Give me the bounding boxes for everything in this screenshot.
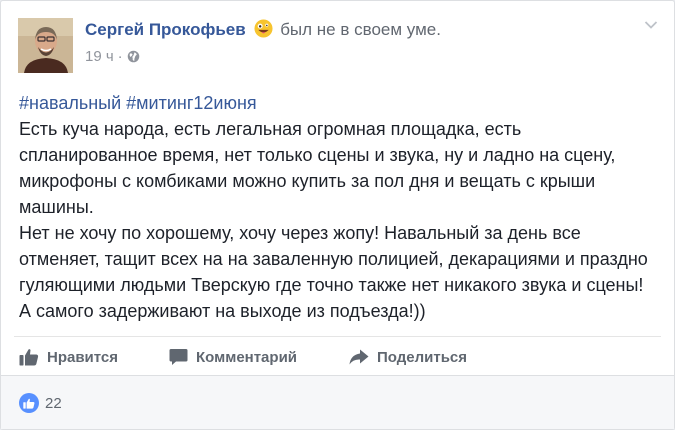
- meta-separator: ·: [117, 48, 123, 65]
- reactions-footer: [1, 376, 674, 429]
- post-meta: 19 ч ·: [85, 48, 140, 67]
- comment-label: Комментарий: [196, 348, 298, 366]
- comment-button[interactable]: Комментарий: [169, 348, 349, 366]
- globe-icon[interactable]: [127, 50, 140, 67]
- feeling-text: был не в своем уме.: [280, 20, 441, 39]
- post-header: Сергей Прокофьев был не в своем уме.: [85, 19, 441, 44]
- post-timestamp[interactable]: 19 ч: [85, 48, 114, 65]
- hashtag-link[interactable]: #митинг12июня: [126, 93, 257, 113]
- author-name[interactable]: Сергей Прокофьев: [85, 20, 246, 39]
- actions-divider-top: [14, 336, 661, 337]
- reactions-summary[interactable]: 22: [19, 393, 62, 413]
- post-body: #навальный #митинг12июня Есть куча народа…: [19, 90, 659, 324]
- like-label: Нравится: [47, 348, 119, 366]
- post-actions-bar: Нравится Комментарий Поделиться: [19, 344, 467, 370]
- reaction-count: 22: [45, 394, 62, 412]
- comment-bubble-icon: [169, 349, 188, 365]
- hashtag-link[interactable]: #навальный: [19, 93, 121, 113]
- author-avatar[interactable]: [18, 18, 73, 73]
- hashtags: #навальный #митинг12июня: [19, 90, 659, 116]
- like-reaction-icon: [19, 393, 39, 413]
- post-options-chevron-icon[interactable]: [644, 17, 658, 35]
- thumbs-up-icon: [19, 349, 39, 366]
- post-paragraph: Есть куча народа, есть легальная огромна…: [19, 119, 616, 217]
- share-label: Поделиться: [377, 348, 468, 366]
- crazy-face-emoji-icon: [254, 19, 273, 44]
- post-paragraph: Нет не хочу по хорошему, хочу через жопу…: [19, 223, 648, 321]
- post-card: Сергей Прокофьев был не в своем уме. 19 …: [0, 0, 675, 430]
- share-arrow-icon: [349, 349, 369, 365]
- share-button[interactable]: Поделиться: [349, 349, 467, 366]
- like-button[interactable]: Нравится: [19, 348, 169, 366]
- author-photo: [18, 18, 73, 73]
